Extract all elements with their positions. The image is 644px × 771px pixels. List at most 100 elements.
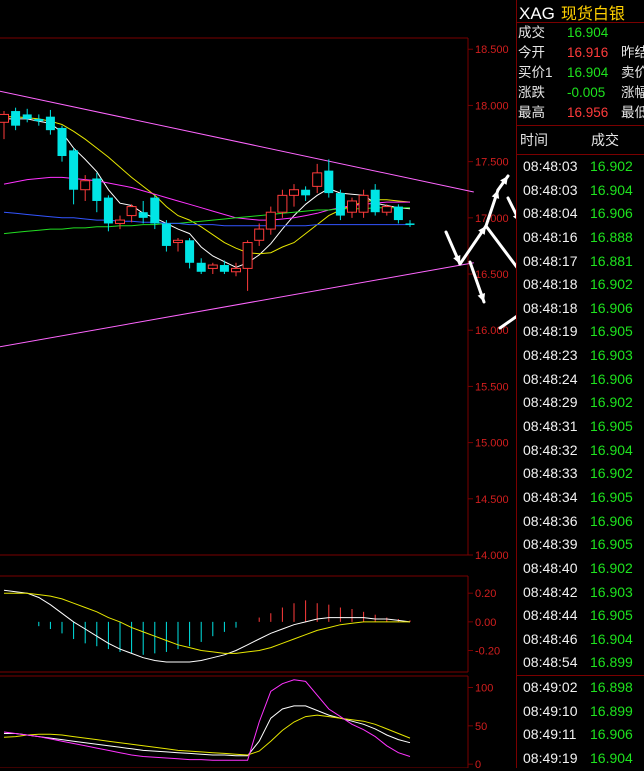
tick-row[interactable]: 08:48:40 16.902 (517, 557, 644, 581)
kdj-tick-label: 100 (475, 683, 493, 695)
tick-row[interactable]: 08:48:18 16.902 (517, 273, 644, 297)
tick-row[interactable]: 08:48:32 16.904 (517, 439, 644, 463)
kdj-k-line (4, 705, 411, 757)
candle (231, 262, 241, 277)
chart-svg[interactable]: 18.50018.00017.50017.00016.50016.00015.5… (0, 0, 516, 768)
quote-summary: 成交 16.904 今开 16.916 昨结 买价1 16.904 卖价 涨跌 -0.005 涨幅最… (517, 23, 644, 126)
quote-label: 最高 (518, 105, 545, 120)
tick-row[interactable]: 08:49:02 16.898 (517, 676, 644, 700)
candle-body (289, 189, 299, 196)
tick-list[interactable]: 08:48:03 16.902 08:48:03 16.904 08:48:04 16.9… (517, 155, 644, 771)
candle-body (370, 189, 380, 213)
tick-time: 08:48:04 (523, 205, 578, 222)
tick-price: 16.881 (590, 252, 633, 269)
candle (69, 148, 79, 205)
price-tick-label: 18.500 (475, 44, 509, 56)
tick-row[interactable]: 08:48:44 16.905 (517, 604, 644, 628)
quote-row: 涨跌 -0.005 涨幅 (517, 83, 644, 103)
quote-panel: XAG 现货白银 成交 16.904 今开 16.916 昨结 买价1 16.904 卖价 涨跌 -… (516, 0, 644, 768)
tick-price: 16.906 (590, 726, 633, 743)
tick-row[interactable]: 08:48:18 16.906 (517, 297, 644, 321)
price-panel: 18.50018.00017.50017.00016.50016.00015.5… (0, 37, 516, 562)
annotation-arrow-stroke (498, 314, 516, 330)
candle-body (22, 114, 32, 119)
tick-row[interactable]: 08:48:33 16.902 (517, 462, 644, 486)
tick-row[interactable]: 08:48:24 16.906 (517, 368, 644, 392)
tick-row[interactable]: 08:48:39 16.905 (517, 533, 644, 557)
candle (358, 189, 369, 218)
candle (45, 109, 55, 135)
chart-area[interactable]: 18.500 18.000 17.500 17.000 16.500 16.000 15.5… (0, 0, 516, 768)
tick-price: 16.888 (590, 228, 633, 245)
candle (301, 186, 311, 201)
tick-price: 16.904 (590, 441, 633, 458)
tick-row[interactable]: 08:48:16 16.888 (517, 226, 644, 250)
kdj-panel: 100 50 0 (0, 675, 493, 768)
candle (103, 195, 113, 232)
quote-label-secondary: 昨结 (621, 45, 644, 60)
candle-body (80, 180, 91, 191)
tick-row[interactable]: 08:48:54 16.899 (517, 651, 644, 675)
candle-body (254, 228, 265, 241)
tick-price: 16.906 (590, 299, 633, 316)
tick-row[interactable]: 08:48:03 16.904 (517, 179, 644, 203)
tick-price: 16.898 (590, 679, 633, 696)
candle-body (347, 200, 357, 213)
tick-row[interactable]: 08:48:17 16.881 (517, 250, 644, 274)
candle-body (242, 242, 253, 269)
candle-body (45, 116, 55, 131)
candle (242, 240, 253, 291)
tick-time: 08:49:02 (523, 679, 578, 696)
kdj-tick-label: 50 (475, 721, 487, 733)
quote-row: 成交 16.904 (517, 23, 644, 43)
macd-tick-label: 0.20 (475, 588, 496, 600)
candle-body (69, 150, 79, 190)
ma-line-ma120 (3, 211, 410, 227)
tick-price: 16.906 (590, 370, 633, 387)
tick-price: 16.899 (590, 702, 633, 719)
tick-row[interactable]: 08:49:19 16.904 (517, 747, 644, 771)
tick-time: 08:49:10 (523, 702, 578, 719)
tick-price: 16.906 (590, 512, 633, 529)
candle-body (393, 206, 403, 221)
tick-row[interactable]: 08:48:19 16.905 (517, 320, 644, 344)
tick-row[interactable]: 08:48:29 16.902 (517, 391, 644, 415)
tick-time: 08:48:17 (523, 252, 578, 269)
candle-body (34, 118, 44, 122)
tick-row[interactable]: 08:49:10 16.899 (517, 700, 644, 724)
macd-tick-label: -0.20 (475, 646, 500, 658)
tick-price: 16.903 (590, 583, 633, 600)
tick-row[interactable]: 08:48:34 16.905 (517, 486, 644, 510)
candle (196, 258, 206, 275)
candle-body (196, 262, 206, 272)
tick-row[interactable]: 08:48:04 16.906 (517, 202, 644, 226)
candle-body (231, 267, 241, 273)
candle-body (11, 111, 21, 126)
annotation-arrows (444, 174, 516, 330)
tick-row[interactable]: 08:48:46 16.904 (517, 628, 644, 652)
price-tick-label: 17.000 (475, 213, 509, 225)
candle-body (103, 197, 113, 224)
price-tick-label: 15.000 (475, 438, 509, 450)
candle (254, 223, 265, 246)
tick-row[interactable]: 08:48:42 16.903 (517, 581, 644, 605)
quote-value: 16.904 (567, 25, 609, 40)
tick-time: 08:48:39 (523, 536, 578, 553)
annotation-arrow-head (477, 293, 486, 302)
tick-row[interactable]: 08:48:31 16.905 (517, 415, 644, 439)
candle-body (115, 219, 125, 224)
tick-price: 16.903 (590, 347, 633, 364)
trendline (0, 262, 474, 348)
candle-body (173, 239, 183, 244)
tick-row[interactable]: 08:49:11 16.906 (517, 723, 644, 747)
tick-row[interactable]: 08:48:36 16.906 (517, 510, 644, 534)
ma-line-ma20 (3, 176, 410, 221)
tick-row[interactable]: 08:48:03 16.902 (517, 155, 644, 179)
tick-price: 16.905 (590, 323, 633, 340)
candle (265, 206, 276, 235)
tick-row[interactable]: 08:48:23 16.903 (517, 344, 644, 368)
candle (11, 107, 21, 131)
candle (161, 220, 171, 252)
price-tick-label: 18.000 (475, 100, 509, 112)
candle (347, 197, 357, 218)
